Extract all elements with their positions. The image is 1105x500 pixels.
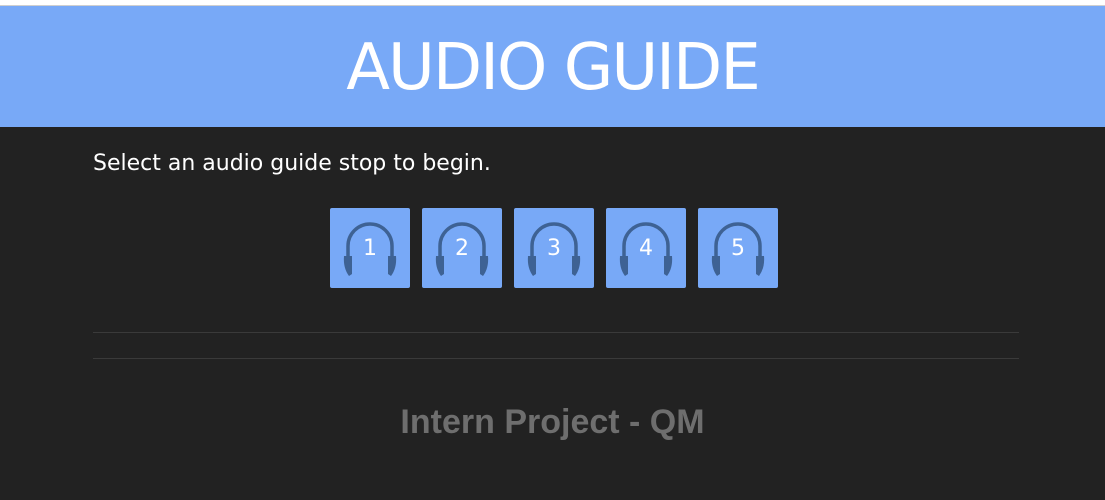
audio-stop-button-4[interactable]: 4 [606, 208, 686, 288]
instruction-text: Select an audio guide stop to begin. [93, 151, 491, 176]
divider [93, 358, 1019, 359]
audio-stop-list: 1 2 3 4 5 [330, 208, 778, 288]
audio-stop-number: 5 [731, 236, 745, 261]
page-title: AUDIO GUIDE [346, 30, 761, 105]
audio-stop-button-2[interactable]: 2 [422, 208, 502, 288]
footer-text: Intern Project - QM [400, 403, 705, 441]
header-banner: AUDIO GUIDE [0, 6, 1105, 127]
audio-stop-number: 3 [547, 236, 561, 261]
divider [93, 332, 1019, 333]
audio-stop-button-5[interactable]: 5 [698, 208, 778, 288]
audio-stop-button-3[interactable]: 3 [514, 208, 594, 288]
audio-stop-number: 1 [363, 236, 377, 261]
audio-stop-number: 2 [455, 236, 469, 261]
audio-stop-button-1[interactable]: 1 [330, 208, 410, 288]
audio-stop-number: 4 [639, 236, 653, 261]
